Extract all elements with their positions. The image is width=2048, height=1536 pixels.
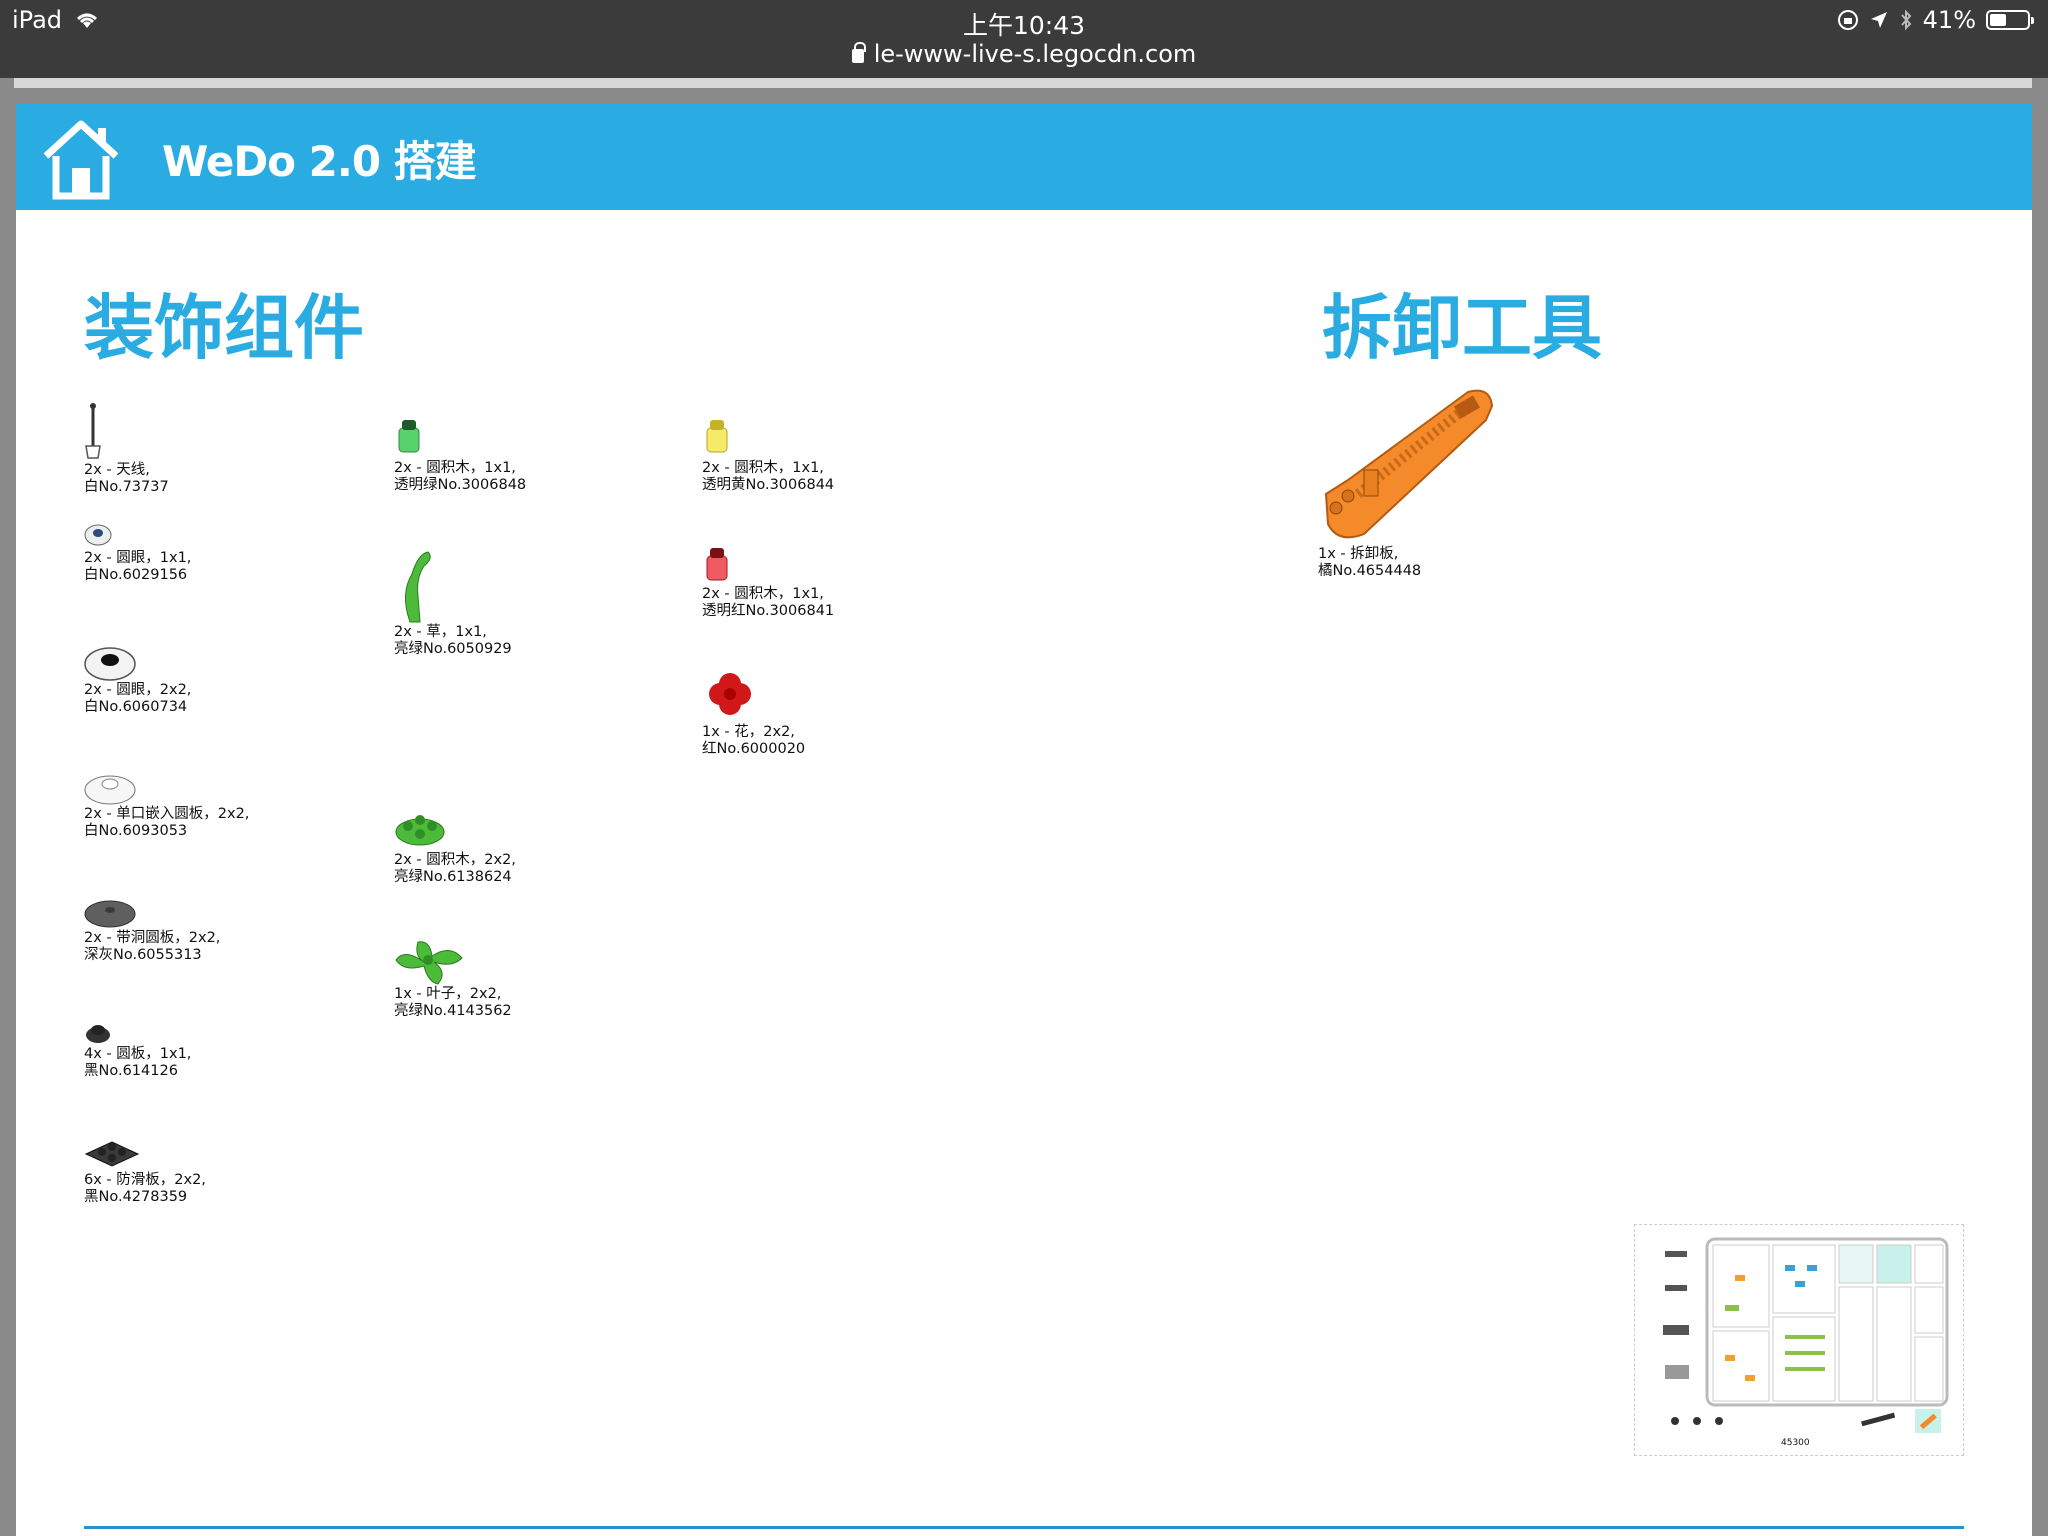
- page-edge: [14, 78, 2032, 88]
- part-label: 2x - 圆眼，2x2,: [84, 682, 192, 698]
- part-label: 2x - 圆积木，1x1,: [702, 586, 824, 602]
- lock-icon: [851, 42, 866, 63]
- part-label: 2x - 带洞圆板，2x2,: [84, 930, 221, 946]
- part-label: 1x - 叶子，2x2,: [394, 986, 502, 1002]
- part-item: 2x - 圆眼，2x2, 白No.6060734: [84, 646, 384, 716]
- address-bar[interactable]: le-www-live-s.legocdn.com: [0, 40, 2048, 68]
- round-brick-green-icon: [398, 420, 420, 453]
- part-item: 2x - 圆积木，1x1, 透明红No.3006841: [702, 544, 1002, 620]
- part-item: 2x - 带洞圆板，2x2, 深灰No.6055313: [84, 894, 384, 964]
- part-label: 2x - 草，1x1,: [394, 624, 487, 640]
- eye-large-icon: [84, 647, 136, 681]
- part-label: 2x - 圆眼，1x1,: [84, 550, 192, 566]
- part-item: 2x - 草，1x1, 亮绿No.6050929: [394, 544, 694, 658]
- part-number: 亮绿No.4143562: [394, 1003, 512, 1019]
- part-item: 2x - 圆积木，1x1, 透明绿No.3006848: [394, 416, 694, 494]
- part-item: 1x - 叶子，2x2, 亮绿No.4143562: [394, 938, 694, 1020]
- location-icon: [1870, 12, 1887, 28]
- part-number: 亮绿No.6138624: [394, 869, 512, 885]
- part-number: 白No.6029156: [84, 567, 188, 583]
- tool-item: 1x - 拆卸板, 橘No.4654448: [1318, 384, 1618, 580]
- part-number: 红No.6000020: [702, 741, 806, 757]
- home-icon[interactable]: [38, 114, 124, 200]
- instruction-page: WeDo 2.0 搭建 装饰组件 拆卸工具 2x - 天线, 白No.73737…: [16, 104, 2032, 1536]
- tool-section-title: 拆卸工具: [1322, 287, 1602, 369]
- flower-icon: [709, 673, 751, 715]
- rotation-lock-icon: [1837, 10, 1858, 30]
- part-item: 2x - 圆眼，1x1, 白No.6029156: [84, 522, 384, 584]
- status-bar: iPad 上午10:43 le-www-live-s.legocdn.com 4…: [0, 0, 2048, 78]
- part-label: 2x - 圆积木，2x2,: [394, 852, 516, 868]
- brick-separator-icon: [1324, 389, 1494, 539]
- round-brick-yellow-icon: [706, 420, 728, 453]
- bottom-divider: [84, 1526, 1964, 1529]
- part-number: 黑No.614126: [84, 1063, 178, 1079]
- part-item: 2x - 天线, 白No.73737: [84, 402, 384, 496]
- part-label: 6x - 防滑板，2x2,: [84, 1172, 206, 1188]
- round-brick-2x2-icon: [395, 815, 445, 846]
- part-label: 1x - 拆卸板,: [1318, 546, 1399, 562]
- part-number: 橘No.4654448: [1318, 563, 1422, 579]
- part-label: 1x - 花，2x2,: [702, 724, 795, 740]
- part-item: 2x - 单口嵌入圆板，2x2, 白No.6093053: [84, 770, 384, 840]
- overview-map: 45300: [1663, 1237, 1949, 1448]
- part-number: 白No.6060734: [84, 699, 188, 715]
- part-number: 亮绿No.6050929: [394, 641, 512, 657]
- part-number: 透明黄No.3006844: [702, 477, 835, 493]
- decor-section-title: 装饰组件: [84, 287, 364, 369]
- battery-percent: 41%: [1922, 6, 1976, 34]
- round-brick-red-icon: [706, 548, 728, 581]
- set-number: 45300: [1781, 1438, 1810, 1448]
- part-item: 1x - 花，2x2, 红No.6000020: [702, 672, 1002, 758]
- part-item: 2x - 圆积木，2x2, 亮绿No.6138624: [394, 808, 694, 886]
- leaf-icon: [395, 941, 463, 985]
- part-item: 6x - 防滑板，2x2, 黑No.4278359: [84, 1134, 384, 1206]
- part-number: 黑No.4278359: [84, 1189, 188, 1205]
- status-right: 41%: [1837, 6, 2034, 34]
- part-number: 透明红No.3006841: [702, 603, 835, 619]
- part-number: 透明绿No.3006848: [394, 477, 527, 493]
- part-item: 4x - 圆板，1x1, 黑No.614126: [84, 1020, 384, 1080]
- part-label: 2x - 单口嵌入圆板，2x2,: [84, 806, 250, 822]
- bluetooth-icon: [1900, 9, 1912, 31]
- part-number: 白No.6093053: [84, 823, 188, 839]
- url-text: le-www-live-s.legocdn.com: [873, 40, 1197, 68]
- header-bar: WeDo 2.0 搭建: [16, 104, 2032, 210]
- part-number: 白No.73737: [84, 479, 169, 495]
- part-label: 2x - 圆积木，1x1,: [394, 460, 516, 476]
- part-number: 深灰No.6055313: [84, 947, 202, 963]
- round-plate-black-icon: [86, 1025, 110, 1043]
- antenna-icon: [85, 403, 101, 459]
- eye-small-icon: [84, 524, 112, 546]
- part-label: 2x - 圆积木，1x1,: [702, 460, 824, 476]
- clock: 上午10:43: [962, 11, 1086, 40]
- set-overview-thumbnail[interactable]: 45300: [1634, 1224, 1964, 1456]
- part-item: 2x - 圆积木，1x1, 透明黄No.3006844: [702, 416, 1002, 494]
- part-label: 4x - 圆板，1x1,: [84, 1046, 192, 1062]
- round-plate-white-icon: [84, 775, 136, 805]
- grass-icon: [405, 551, 431, 623]
- part-label: 2x - 天线,: [84, 462, 150, 478]
- round-plate-grey-icon: [84, 900, 136, 928]
- antislip-plate-icon: [84, 1141, 140, 1167]
- header-title: WeDo 2.0 搭建: [162, 137, 477, 186]
- battery-icon: [1986, 10, 2034, 30]
